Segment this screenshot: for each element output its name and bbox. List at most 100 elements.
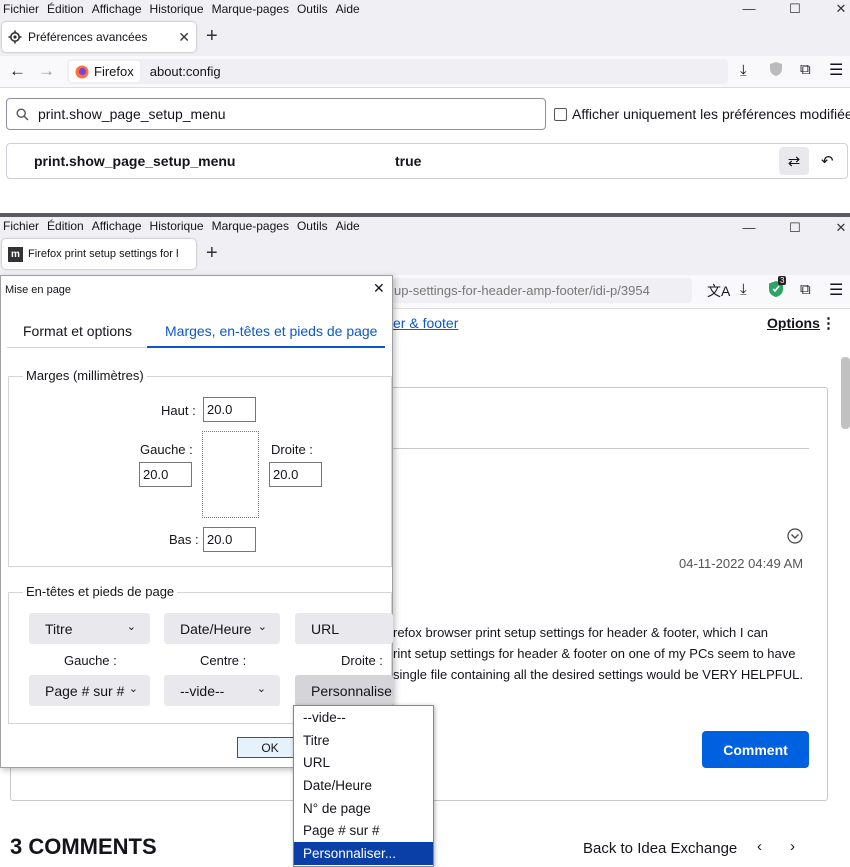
margins-legend: Marges (millimètres): [23, 368, 147, 383]
bottom-margin-label: Bas :: [169, 532, 199, 547]
left-margin-input[interactable]: 20.0: [139, 462, 192, 487]
breadcrumb-link[interactable]: er & footer: [393, 315, 458, 331]
modified-only-checkbox[interactable]: [554, 108, 567, 121]
firefox-logo-icon: [75, 65, 89, 79]
tab-title: Préférences avancées: [28, 30, 148, 44]
back-arrow-icon[interactable]: ←: [9, 61, 26, 81]
chevron-left-icon[interactable]: ‹: [757, 838, 762, 855]
extensions-icon[interactable]: ⧉: [800, 61, 811, 78]
footer-right-dropdown: --vide-- Titre URL Date/Heure N° de page…: [293, 705, 434, 867]
translate-icon[interactable]: 文A: [707, 281, 730, 301]
chevron-right-icon[interactable]: ›: [790, 838, 795, 855]
forward-arrow-icon[interactable]: →: [38, 61, 55, 81]
top-margin-input[interactable]: 20.0: [203, 397, 256, 422]
menu-marque-pages[interactable]: Marque-pages: [209, 219, 292, 233]
download-icon[interactable]: ⤓: [740, 281, 747, 298]
menu-historique[interactable]: Historique: [147, 219, 207, 233]
tab-margins-headers[interactable]: Marges, en-têtes et pieds de page: [165, 323, 377, 339]
menu-marque-pages[interactable]: Marque-pages: [209, 2, 292, 16]
pref-row: print.show_page_setup_menu true ⇄ ↶: [6, 143, 848, 179]
comment-button[interactable]: Comment: [702, 731, 809, 768]
header-left-select[interactable]: Titre ⌄: [29, 613, 150, 644]
search-value: print.show_page_setup_menu: [38, 106, 226, 122]
menu-historique[interactable]: Historique: [147, 2, 207, 16]
url-bar[interactable]: Firefox about:config: [67, 59, 728, 84]
dropdown-option[interactable]: URL: [294, 751, 433, 774]
header-right-select[interactable]: URL: [295, 613, 393, 644]
maximize-icon[interactable]: ☐: [772, 1, 818, 17]
chevron-down-circle-icon[interactable]: [787, 528, 803, 544]
menu-edition[interactable]: Édition: [44, 219, 87, 233]
footer-right-select[interactable]: Personnaliser...: [295, 675, 393, 706]
post-date: 04-11-2022 04:49 AM: [679, 556, 804, 571]
back-to-idea-exchange-link[interactable]: Back to Idea Exchange: [583, 840, 737, 857]
extension-badge: 3: [778, 276, 787, 285]
close-window-icon[interactable]: ✕: [818, 220, 850, 236]
dropdown-option[interactable]: Date/Heure: [294, 774, 433, 797]
url-text: up-settings-for-header-amp-footer/idi-p/…: [394, 283, 650, 298]
bottom-margin-input[interactable]: 20.0: [203, 527, 256, 552]
tab-format-options[interactable]: Format et options: [23, 323, 132, 339]
right-margin-input[interactable]: 20.0: [269, 462, 322, 487]
url-text: about:config: [149, 64, 221, 79]
post-line: single file containing all the desired s…: [393, 667, 803, 682]
hamburger-menu-icon[interactable]: ☰: [829, 60, 843, 80]
toggle-button[interactable]: ⇄: [779, 147, 809, 175]
tab-about-config[interactable]: Préférences avancées ✕: [2, 22, 196, 52]
reset-icon[interactable]: ↶: [821, 152, 834, 170]
search-icon: [16, 107, 29, 121]
pref-value: true: [395, 153, 422, 169]
headers-footers-legend: En-têtes et pieds de page: [23, 584, 178, 599]
options-link[interactable]: Options: [767, 315, 820, 331]
header-center-select[interactable]: Date/Heure ⌄: [164, 613, 280, 644]
bottom-tabbar: m Firefox print setup settings for h +: [0, 235, 850, 275]
minimize-icon[interactable]: —: [726, 220, 772, 236]
dropdown-option[interactable]: Titre: [294, 729, 433, 752]
page-scrollbar[interactable]: [841, 357, 850, 429]
menu-edition[interactable]: Édition: [44, 2, 87, 16]
maximize-icon[interactable]: ☐: [772, 220, 818, 236]
more-vertical-icon[interactable]: ⋮: [821, 314, 836, 332]
chevron-down-icon: ⌄: [256, 683, 266, 695]
menu-outils[interactable]: Outils: [294, 219, 331, 233]
identity-box[interactable]: Firefox: [69, 61, 140, 82]
page-setup-dialog: Mise en page ✕ Format et options Marges,…: [0, 275, 393, 768]
right-margin-label: Droite :: [271, 442, 313, 457]
bottom-menubar: Fichier Édition Affichage Historique Mar…: [0, 217, 850, 235]
footer-right-value: Personnaliser...: [311, 682, 393, 699]
hamburger-menu-icon[interactable]: ☰: [829, 280, 843, 300]
dialog-title: Mise en page: [5, 284, 72, 296]
new-tab-icon[interactable]: +: [206, 25, 218, 48]
bottom-window: Fichier Édition Affichage Historique Mar…: [0, 217, 850, 867]
dropdown-option[interactable]: N° de page: [294, 797, 433, 820]
footer-center-select[interactable]: --vide-- ⌄: [164, 675, 280, 706]
close-window-icon[interactable]: ✕: [818, 1, 850, 17]
dropdown-option[interactable]: --vide--: [294, 706, 433, 729]
close-tab-icon[interactable]: ✕: [178, 29, 190, 46]
menu-fichier[interactable]: Fichier: [0, 2, 42, 16]
menu-affichage[interactable]: Affichage: [89, 2, 145, 16]
shield-icon[interactable]: [769, 61, 783, 77]
extensions-icon[interactable]: ⧉: [800, 281, 811, 298]
tab-firefox-print[interactable]: m Firefox print setup settings for h: [2, 239, 196, 269]
header-right-value: URL: [311, 620, 340, 637]
minimize-icon[interactable]: —: [726, 1, 772, 17]
margins-group: [8, 376, 392, 567]
url-bar[interactable]: up-settings-for-header-amp-footer/idi-p/…: [392, 278, 692, 303]
dropdown-option[interactable]: Page # sur #: [294, 819, 433, 842]
chevron-down-icon: ⌄: [257, 621, 267, 633]
footer-left-select[interactable]: Page # sur # ⌄: [29, 675, 150, 706]
new-tab-icon[interactable]: +: [206, 242, 218, 265]
menu-outils[interactable]: Outils: [294, 2, 331, 16]
position-center-label: Centre :: [200, 653, 247, 668]
menu-fichier[interactable]: Fichier: [0, 219, 42, 233]
menu-affichage[interactable]: Affichage: [89, 219, 145, 233]
post-divider: [390, 448, 809, 449]
menu-aide[interactable]: Aide: [333, 219, 363, 233]
dropdown-option-selected[interactable]: Personnaliser...: [294, 842, 433, 865]
menu-aide[interactable]: Aide: [333, 2, 363, 16]
post-line: refox browser print setup settings for h…: [393, 625, 769, 640]
search-input[interactable]: print.show_page_setup_menu: [6, 98, 546, 130]
download-icon[interactable]: ⤓: [740, 62, 747, 79]
dialog-close-icon[interactable]: ✕: [373, 280, 385, 297]
